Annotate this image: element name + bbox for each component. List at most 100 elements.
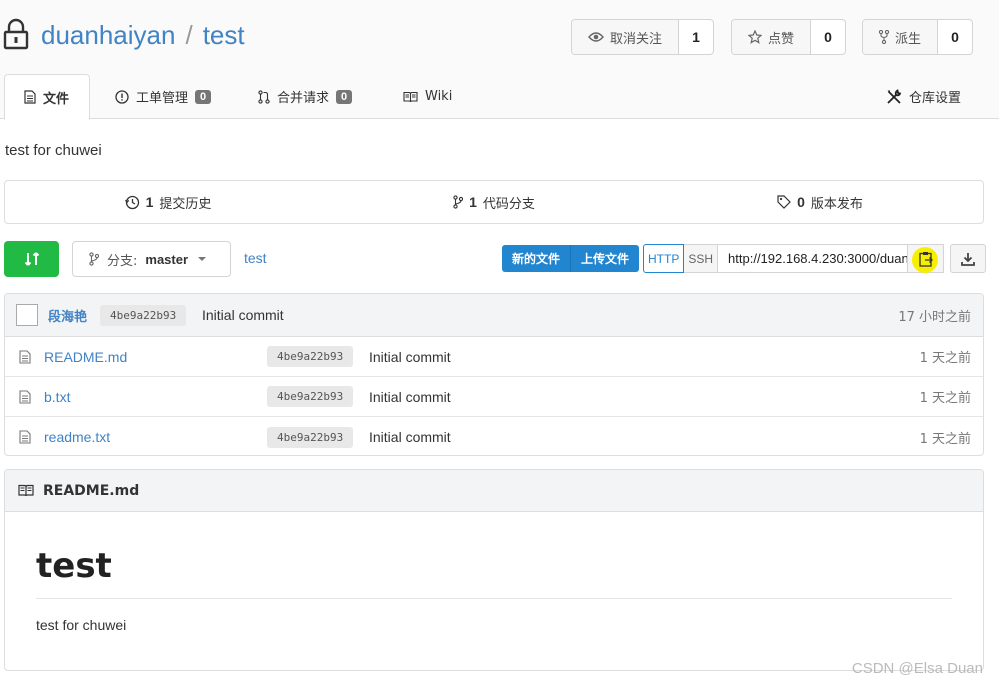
compare-button[interactable] xyxy=(4,241,59,277)
pull-request-icon xyxy=(258,89,270,104)
forks-count[interactable]: 0 xyxy=(938,20,972,54)
unwatch-button[interactable]: 取消关注 xyxy=(572,20,680,54)
file-icon xyxy=(19,349,31,364)
repo-name-link[interactable]: test xyxy=(203,20,245,50)
branch-prefix: 分支: xyxy=(107,253,138,269)
readme-body: test for chuwei xyxy=(36,617,127,633)
table-row: b.txt 4be9a22b93 Initial commit 1 天之前 xyxy=(5,377,983,417)
branches-label: 代码分支 xyxy=(482,196,535,212)
upload-file-button[interactable]: 上传文件 xyxy=(570,245,639,272)
compare-arrows-icon xyxy=(24,252,39,266)
clone-url-input[interactable]: http://192.168.4.230:3000/duanhaiyan/tes… xyxy=(718,244,909,273)
issues-count-badge: 0 xyxy=(195,89,212,104)
commit-message[interactable]: Initial commit xyxy=(369,349,451,365)
tab-issues-label: 工单管理 xyxy=(136,91,189,106)
table-row: README.md 4be9a22b93 Initial commit 1 天之… xyxy=(5,337,983,377)
latest-commit-row: 段海艳 4be9a22b93 Initial commit 17 小时之前 xyxy=(5,294,983,337)
repo-stats: 1 提交历史 1 代码分支 0 版本发布 xyxy=(4,180,984,224)
star-button[interactable]: 点赞 xyxy=(732,20,812,54)
repo-tabs: 文件 工单管理 0 合并请求 0 Wiki 仓库设置 xyxy=(0,74,999,120)
clipboard-icon xyxy=(918,251,933,267)
commit-author-link[interactable]: 段海艳 xyxy=(48,306,87,325)
chevron-down-icon xyxy=(198,257,207,261)
divider xyxy=(36,598,952,599)
ssh-toggle[interactable]: SSH xyxy=(684,244,719,273)
avatar[interactable] xyxy=(16,304,38,326)
book-icon xyxy=(403,91,418,102)
copy-url-button[interactable] xyxy=(908,244,945,273)
file-name-link[interactable]: readme.txt xyxy=(44,429,110,445)
watermark: CSDN @Elsa Duan xyxy=(851,660,983,677)
tab-pulls[interactable]: 合并请求 0 xyxy=(258,74,353,119)
repo-description: test for chuwei xyxy=(5,142,102,159)
tab-wiki-label: Wiki xyxy=(425,89,453,104)
history-icon xyxy=(124,195,139,209)
releases-stat[interactable]: 0 版本发布 xyxy=(657,181,983,223)
fork-label: 派生 xyxy=(895,31,922,47)
commits-count: 1 xyxy=(145,194,154,210)
file-name-link[interactable]: b.txt xyxy=(44,389,70,405)
commit-message[interactable]: Initial commit xyxy=(369,429,451,445)
file-actions: 新的文件 上传文件 xyxy=(502,245,640,272)
http-toggle[interactable]: HTTP xyxy=(643,244,685,273)
fork-button[interactable]: 派生 xyxy=(863,20,939,54)
branches-stat[interactable]: 1 代码分支 xyxy=(331,181,657,223)
readme-heading: test xyxy=(36,546,112,586)
tab-files[interactable]: 文件 xyxy=(4,74,91,120)
download-icon xyxy=(961,252,975,266)
pulls-count-badge: 0 xyxy=(336,89,353,104)
issue-icon xyxy=(115,89,129,104)
commit-time: 1 天之前 xyxy=(919,351,971,366)
tab-settings-label: 仓库设置 xyxy=(909,91,962,106)
readme-header: README.md xyxy=(5,470,983,512)
branch-name: master xyxy=(145,251,189,267)
tab-settings[interactable]: 仓库设置 xyxy=(886,74,961,119)
file-icon xyxy=(19,389,31,404)
fork-icon xyxy=(879,30,889,44)
commit-time: 1 天之前 xyxy=(919,431,971,447)
releases-label: 版本发布 xyxy=(810,196,863,212)
fork-button-group: 派生 0 xyxy=(862,19,974,55)
branch-icon xyxy=(89,252,99,266)
tab-issues[interactable]: 工单管理 0 xyxy=(115,74,212,119)
star-icon xyxy=(748,30,762,44)
repo-owner-link[interactable]: duanhaiyan xyxy=(41,20,175,50)
branch-icon xyxy=(453,195,464,209)
repo-title-separator: / xyxy=(185,20,193,50)
branches-count: 1 xyxy=(469,194,477,210)
new-file-button[interactable]: 新的文件 xyxy=(502,245,570,272)
path-breadcrumb[interactable]: test xyxy=(244,250,267,266)
commit-sha[interactable]: 4be9a22b93 xyxy=(267,426,354,448)
tab-pulls-label: 合并请求 xyxy=(277,91,330,106)
commit-sha[interactable]: 4be9a22b93 xyxy=(267,386,354,407)
commit-sha[interactable]: 4be9a22b93 xyxy=(100,304,187,326)
readme-panel: README.md test test for chuwei xyxy=(4,469,984,671)
tools-icon xyxy=(887,88,902,104)
branch-dropdown[interactable]: 分支: master xyxy=(72,241,231,277)
download-button[interactable] xyxy=(950,244,987,273)
unwatch-label: 取消关注 xyxy=(610,31,663,47)
file-name-link[interactable]: README.md xyxy=(44,349,127,365)
table-row: readme.txt 4be9a22b93 Initial commit 1 天… xyxy=(5,417,983,455)
releases-count: 0 xyxy=(797,194,805,210)
unwatch-button-group: 取消关注 1 xyxy=(571,19,715,55)
repo-header: duanhaiyan / test 取消关注 1 点赞 0 派生 0 文件 工单管理… xyxy=(0,0,999,120)
book-icon xyxy=(18,484,34,497)
star-label: 点赞 xyxy=(768,31,795,47)
commit-time: 17 小时之前 xyxy=(898,309,971,325)
watchers-count[interactable]: 1 xyxy=(679,20,713,54)
commit-message: Initial commit xyxy=(202,307,284,323)
file-table: 段海艳 4be9a22b93 Initial commit 17 小时之前 RE… xyxy=(4,293,984,456)
tab-wiki[interactable]: Wiki xyxy=(403,74,452,119)
tab-files-label: 文件 xyxy=(43,91,70,107)
file-text-icon xyxy=(24,90,36,104)
eye-icon xyxy=(588,32,604,42)
commit-message[interactable]: Initial commit xyxy=(369,389,451,405)
file-icon xyxy=(19,430,31,444)
clone-panel: HTTP SSH http://192.168.4.230:3000/duanh… xyxy=(643,244,987,273)
commits-stat[interactable]: 1 提交历史 xyxy=(5,181,331,223)
repo-title: duanhaiyan / test xyxy=(41,20,245,51)
commits-label: 提交历史 xyxy=(159,196,212,212)
commit-sha[interactable]: 4be9a22b93 xyxy=(267,346,354,367)
stars-count[interactable]: 0 xyxy=(811,20,845,54)
